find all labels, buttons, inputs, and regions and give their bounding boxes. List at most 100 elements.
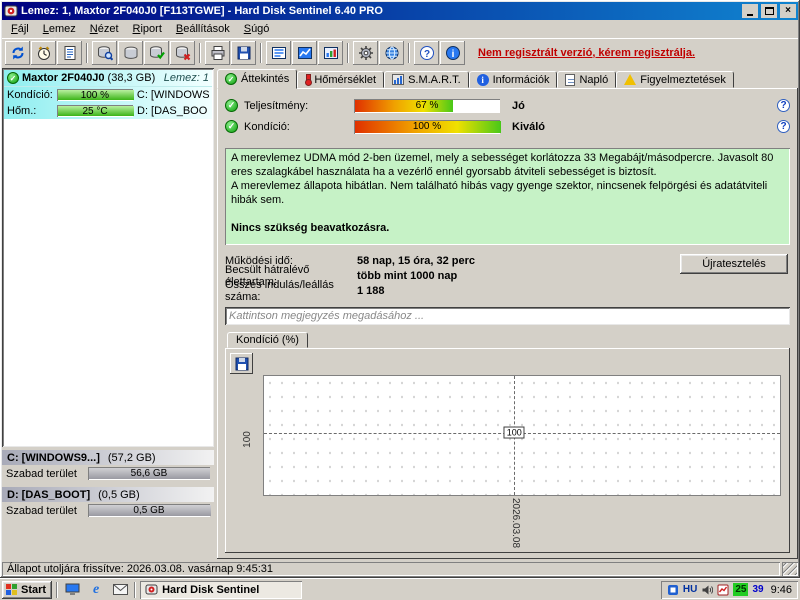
disk-remove-button[interactable] [170, 40, 195, 65]
printer-icon [211, 45, 224, 60]
tray-monitor-icon[interactable] [717, 584, 729, 596]
tab-smart[interactable]: S.M.A.R.T. [384, 71, 469, 88]
about-button[interactable]: i [440, 40, 465, 65]
comment-input[interactable] [225, 307, 790, 325]
partition-d-header: D: [DAS_BOOT] (0,5 GB) [2, 487, 214, 502]
condition-rating: Kiváló [512, 120, 546, 133]
gear-icon [358, 45, 373, 60]
refresh-button[interactable] [5, 40, 30, 65]
tab-temperature[interactable]: Hőmérséklet [297, 71, 385, 88]
partition-panel: C: [WINDOWS9...] (57,2 GB) Szabad terüle… [2, 447, 214, 559]
taskbar-clock[interactable]: 9:46 [771, 584, 792, 596]
online-button[interactable] [379, 40, 404, 65]
performance-rating: Jó [512, 99, 525, 112]
chart-tab-bar: Kondíció (%) [225, 332, 790, 348]
disk-info-button[interactable] [118, 40, 143, 65]
settings-button[interactable] [353, 40, 378, 65]
svg-text:i: i [451, 49, 454, 60]
app-window: Lemez: 1, Maxtor 2F040J0 [F113TGWE] - Ha… [0, 0, 800, 578]
app-icon [4, 5, 18, 17]
toolbar-separator [408, 42, 410, 63]
disk-icon [124, 46, 137, 59]
partition-d-free-label: Szabad terület [6, 504, 77, 517]
overview-panel-button[interactable] [266, 40, 291, 65]
performance-label: Teljesítmény: [244, 99, 309, 112]
disk-ok-icon: ✓ [7, 72, 19, 84]
task-hard-disk-sentinel[interactable]: Hard Disk Sentinel [140, 580, 303, 599]
tab-information[interactable]: i Információk [468, 71, 558, 88]
tray-app-icon[interactable] [667, 584, 679, 596]
save-report-button[interactable] [231, 40, 256, 65]
condition-help-icon[interactable]: ? [777, 120, 790, 133]
chart-save-button[interactable] [230, 353, 253, 374]
report-icon [64, 45, 75, 60]
stat-value: 1 188 [357, 284, 385, 297]
chart-plot-area: 100 [263, 375, 781, 496]
retest-button[interactable]: Újratesztelés [680, 254, 788, 274]
tab-overview[interactable]: ✓ Áttekintés [217, 69, 298, 89]
volume-icon[interactable] [701, 584, 714, 596]
close-icon: × [785, 5, 791, 16]
description-paragraph-2: A merevlemez állapota hibátlan. Nem talá… [231, 180, 768, 206]
content-area: ✓ Áttekintés Hőmérséklet S.M.A.R.T. i In… [217, 68, 798, 559]
floppy-icon [237, 46, 250, 59]
language-indicator[interactable]: HU [683, 584, 697, 595]
minimize-button[interactable] [742, 4, 758, 18]
chart-y-tick-label: 100 [241, 431, 253, 448]
performance-bar: 67 % [354, 98, 500, 113]
performance-panel-button[interactable] [318, 40, 343, 65]
disk-temperature-row: Hőm.: 25 °C D: [DAS_BOO [4, 103, 212, 119]
toolbar-separator [347, 42, 349, 63]
disk-test-button[interactable] [144, 40, 169, 65]
quicklaunch-browser-button[interactable]: e [86, 581, 106, 598]
partition-c[interactable]: C: [WINDOWS9...] (57,2 GB) Szabad terüle… [2, 450, 214, 482]
disk-condition-bar: 100 % [56, 89, 134, 101]
menu-disk[interactable]: Lemez [36, 21, 83, 37]
toolbar: ? i Nem regisztrált verzió, kérem regisz… [2, 38, 798, 66]
maximize-button[interactable] [761, 4, 777, 18]
tab-overview-label: Áttekintés [241, 73, 290, 85]
partition-d[interactable]: D: [DAS_BOOT] (0,5 GB) Szabad terület 0,… [2, 487, 214, 519]
condition-ok-icon: ✓ [225, 120, 238, 133]
register-link[interactable]: Nem regisztrált verzió, kérem regisztrál… [478, 47, 695, 59]
mail-icon [112, 584, 128, 595]
menu-help[interactable]: Súgó [237, 21, 277, 37]
chart-panel-icon [323, 46, 338, 59]
disk-temperature-bar: 25 °C [57, 105, 134, 117]
scheduler-button[interactable] [31, 40, 56, 65]
help-button[interactable]: ? [414, 40, 439, 65]
temperature-panel-button[interactable] [292, 40, 317, 65]
status-text-cell: Állapot utoljára frissítve: 2026.03.08. … [2, 562, 780, 576]
menu-settings[interactable]: Beállítások [169, 21, 237, 37]
menu-report[interactable]: Riport [126, 21, 169, 37]
close-button[interactable]: × [780, 4, 796, 18]
internet-explorer-icon: e [92, 581, 100, 597]
partition-c-size: (57,2 GB) [107, 451, 156, 464]
performance-help-icon[interactable]: ? [777, 99, 790, 112]
disk-sidebar: ✓ Maxtor 2F040J0 (38,3 GB) Lemez: 1 Kond… [2, 68, 214, 559]
menu-file[interactable]: Fájl [4, 21, 36, 37]
tray-disk-temperature[interactable]: 25 [733, 583, 749, 596]
print-button[interactable] [205, 40, 230, 65]
quicklaunch-mail-button[interactable] [110, 581, 130, 598]
disk-entry-selected[interactable]: ✓ Maxtor 2F040J0 (38,3 GB) Lemez: 1 Kond… [4, 70, 212, 119]
condition-value: 100 % [412, 121, 442, 132]
performance-ok-icon: ✓ [225, 99, 238, 112]
disk-search-button[interactable] [92, 40, 117, 65]
performance-value: 67 % [415, 100, 439, 111]
start-button[interactable]: Start [2, 580, 53, 599]
tab-alerts-label: Figyelmeztetések [640, 73, 726, 86]
overview-panel: ✓ Teljesítmény: 67 % Jó ? ✓ Kondíció: 10… [217, 88, 798, 559]
tab-log[interactable]: Napló [557, 71, 617, 88]
tray-secondary-temperature[interactable]: 39 [752, 584, 763, 595]
disk-temperature-value: 25 °C [82, 105, 108, 117]
quicklaunch-desktop-button[interactable] [62, 581, 82, 598]
tab-alerts[interactable]: Figyelmeztetések [616, 71, 734, 88]
partition-c-free-bar: 56,6 GB [88, 467, 210, 480]
help-icon: ? [419, 45, 434, 60]
resize-grip[interactable] [782, 562, 798, 576]
chart-tab-condition[interactable]: Kondíció (%) [227, 332, 308, 348]
report-button[interactable] [57, 40, 82, 65]
status-text: Állapot utoljára frissítve: 2026.03.08. … [7, 563, 274, 575]
menu-view[interactable]: Nézet [83, 21, 126, 37]
